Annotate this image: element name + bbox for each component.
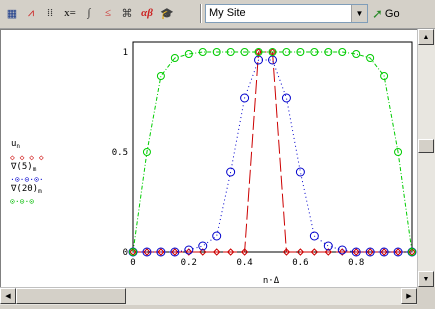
boolean-toolbar-icon[interactable]: ≤ <box>99 3 117 23</box>
legend: un ◇ ◇ ◇ ◇ ∇(5)m ·⊙·⊙·⊙· ∇(20)m ⊙·⊙·⊙ <box>10 139 44 206</box>
scroll-left-icon[interactable]: ◀ <box>0 288 16 304</box>
go-label: Go <box>384 7 400 20</box>
greek-toolbar-label[interactable]: αβ <box>138 3 156 23</box>
circle-point <box>281 93 291 103</box>
scroll-right-icon[interactable]: ▶ <box>401 288 417 304</box>
x-tick-label: 0.6 <box>292 258 308 268</box>
y-tick-label: 1 <box>123 48 128 58</box>
y-tick-label: 0.5 <box>112 148 128 158</box>
circle-point <box>295 167 305 177</box>
scroll-up-icon[interactable]: ▲ <box>418 29 434 45</box>
evaluation-toolbar-label[interactable]: x= <box>61 3 79 23</box>
site-dropdown-value: My Site <box>209 7 246 19</box>
y-tick-label: 0 <box>123 248 128 258</box>
vertical-scroll-thumb[interactable] <box>418 139 434 153</box>
go-button[interactable]: ➚ Go <box>372 4 400 23</box>
series-line <box>132 51 413 253</box>
circle-point <box>337 245 347 255</box>
circle-point <box>212 231 222 241</box>
green-circle-marker-icon: ⊙·⊙·⊙ <box>10 197 34 206</box>
x-tick-label: 0.8 <box>348 258 364 268</box>
worksheet[interactable]: un ◇ ◇ ◇ ◇ ∇(5)m ·⊙·⊙·⊙· ∇(20)m ⊙·⊙·⊙ 00… <box>0 29 417 287</box>
legend-label-grad5: ∇(5)m <box>10 162 37 173</box>
circle-point <box>156 72 165 80</box>
site-dropdown[interactable]: My Site ▼ <box>205 4 368 23</box>
circle-point <box>184 245 194 255</box>
graph-toolbar-icon[interactable]: ⩘ <box>22 3 40 23</box>
scrollbar-corner <box>417 287 435 305</box>
legend-label-u: un <box>11 139 20 150</box>
series-line <box>133 59 412 253</box>
legend-label-grad20: ∇(20)m <box>10 184 42 195</box>
matrix-toolbar-icon[interactable]: ⁞⁞ <box>41 3 59 23</box>
series-1 <box>128 55 417 257</box>
series-line <box>133 51 412 253</box>
horizontal-scrollbar[interactable]: ◀ ▶ <box>0 287 417 305</box>
programming-toolbar-icon[interactable]: ⌘ <box>118 3 136 23</box>
legend-marker-u: ◇ ◇ ◇ ◇ <box>10 153 44 162</box>
horizontal-scroll-thumb[interactable] <box>16 288 126 304</box>
circle-point <box>226 167 236 177</box>
diamond-marker-icon: ◇ ◇ ◇ ◇ <box>10 153 44 162</box>
plot-region[interactable]: un ◇ ◇ ◇ ◇ ∇(5)m ·⊙·⊙·⊙· ∇(20)m ⊙·⊙·⊙ 00… <box>1 30 417 287</box>
x-tick-label: 0.4 <box>236 258 252 268</box>
go-arrow-icon: ➚ <box>372 5 383 21</box>
chevron-down-icon[interactable]: ▼ <box>351 5 367 22</box>
circle-marker-icon: ·⊙·⊙·⊙· <box>10 175 44 184</box>
series-layer <box>128 48 417 257</box>
plot-frame <box>132 41 413 253</box>
x-tick-label: 0 <box>130 258 135 268</box>
series-0 <box>129 48 416 256</box>
window-bottom-edge <box>0 305 435 309</box>
scroll-down-icon[interactable]: ▼ <box>418 271 434 287</box>
calculus-toolbar-icon[interactable]: ∫ <box>80 3 98 23</box>
x-axis-label: n·Δ <box>263 276 280 286</box>
toolbar-separator <box>200 4 202 23</box>
toolbar: ▦ ⩘ ⁞⁞ x= ∫ ≤ ⌘ αβ 🎓 My Site ▼ ➚ Go <box>0 0 435 29</box>
x-tick-label: 0.2 <box>181 258 197 268</box>
series-2 <box>129 48 416 256</box>
symbolic-toolbar-icon[interactable]: 🎓 <box>158 3 176 23</box>
axis-ticks: 0 0.2 0.4 0.6 0.8 0 0.5 1 <box>112 48 365 268</box>
calculator-toolbar-icon[interactable]: ▦ <box>3 3 21 23</box>
vertical-scrollbar[interactable]: ▲ ▼ <box>417 29 435 287</box>
